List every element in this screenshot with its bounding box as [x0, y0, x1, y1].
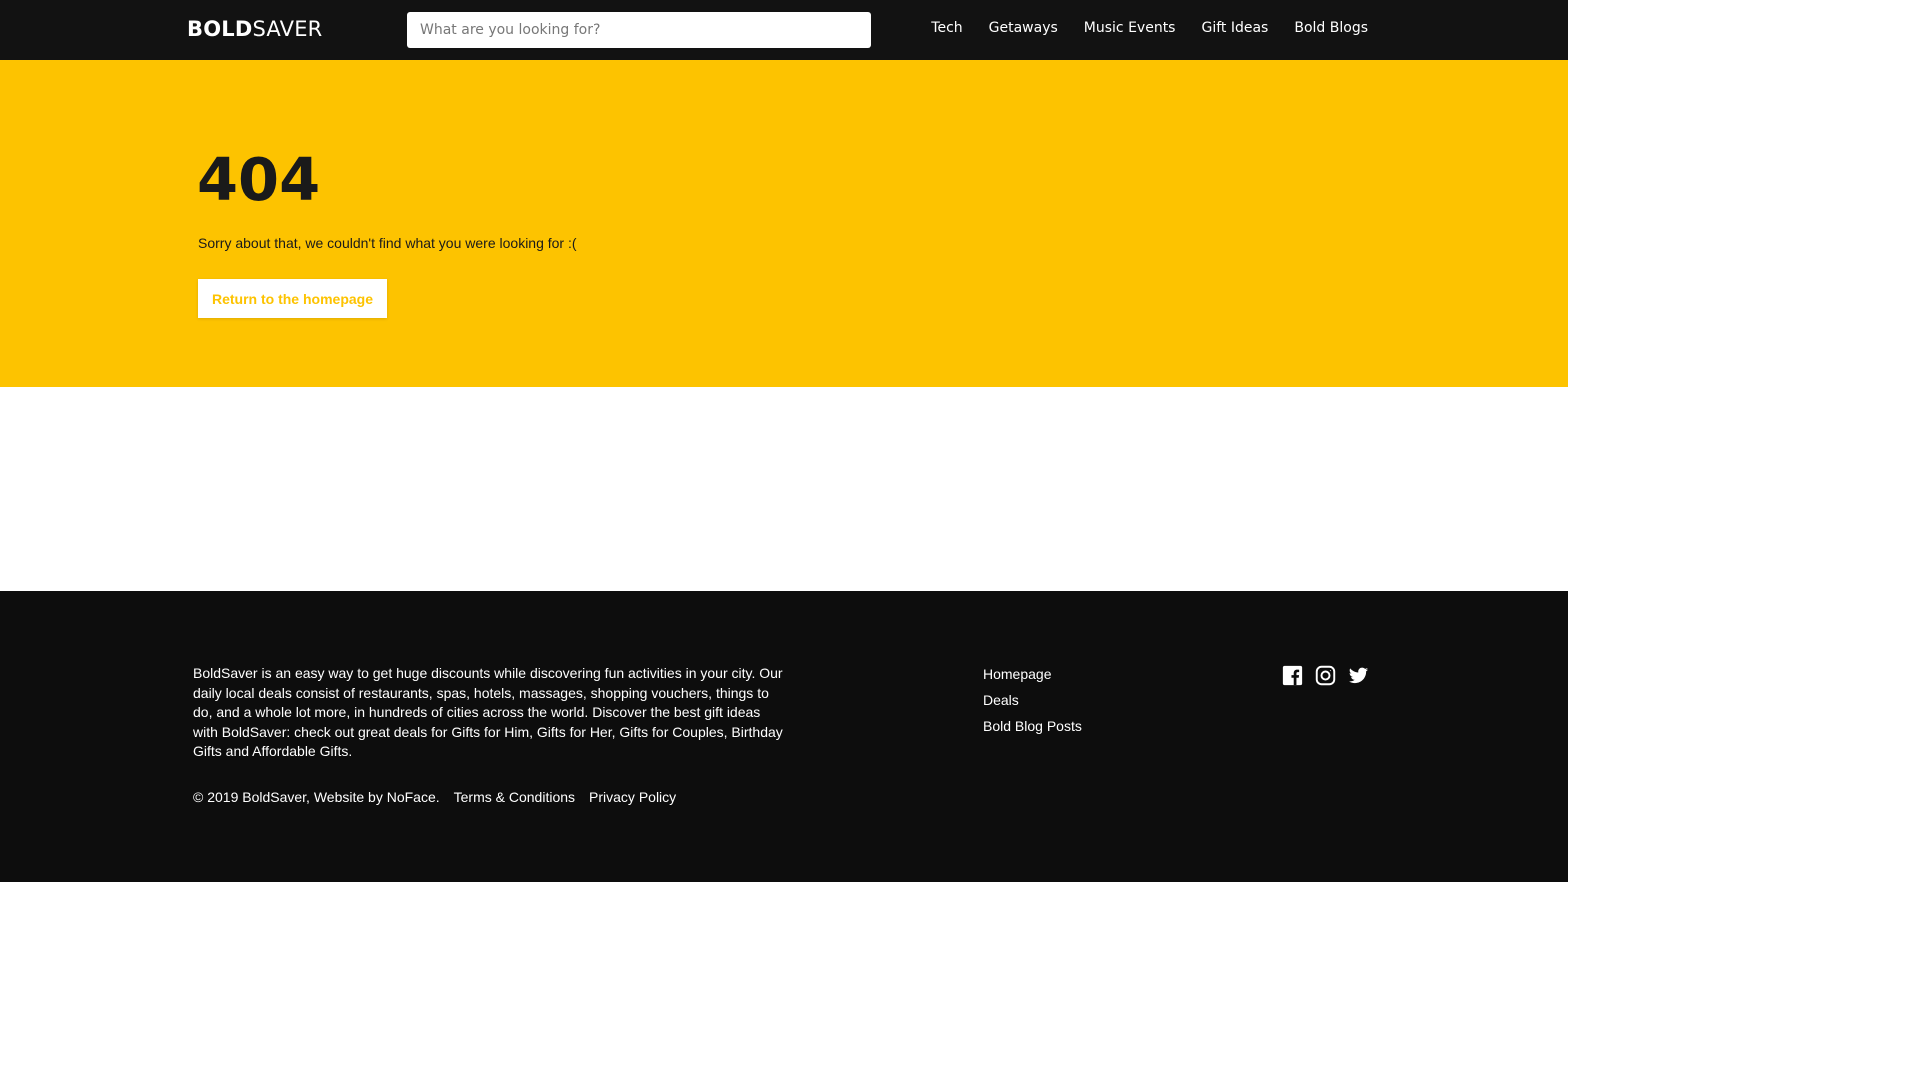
instagram-icon[interactable] — [1315, 665, 1336, 686]
site-footer: BoldSaver is an easy way to get huge dis… — [0, 591, 1568, 882]
nav-bold-blogs[interactable]: Bold Blogs — [1294, 20, 1368, 36]
nav-music-events[interactable]: Music Events — [1084, 20, 1176, 36]
brand-logo[interactable]: BOLDSAVER — [187, 17, 322, 41]
footer-links: Homepage Deals Bold Blog Posts — [983, 665, 1082, 736]
twitter-icon[interactable] — [1348, 665, 1369, 686]
error-code: 404 — [197, 145, 321, 214]
nav-tech[interactable]: Tech — [931, 20, 962, 36]
nav-getaways[interactable]: Getaways — [989, 20, 1058, 36]
nav-gift-ideas[interactable]: Gift Ideas — [1201, 20, 1268, 36]
footer-legal-row: © 2019 BoldSaver, Website by NoFace. Ter… — [193, 789, 676, 805]
privacy-link[interactable]: Privacy Policy — [589, 789, 676, 805]
facebook-icon[interactable] — [1282, 665, 1303, 686]
footer-link-deals[interactable]: Deals — [983, 691, 1082, 710]
copyright-text: © 2019 BoldSaver, Website by NoFace. — [193, 789, 440, 805]
logo-bold-text: BOLD — [187, 17, 253, 41]
footer-link-blog-posts[interactable]: Bold Blog Posts — [983, 717, 1082, 736]
footer-link-homepage[interactable]: Homepage — [983, 665, 1082, 684]
footer-about-text: BoldSaver is an easy way to get huge dis… — [193, 665, 783, 760]
return-home-button[interactable]: Return to the homepage — [198, 279, 387, 318]
logo-light-text: SAVER — [252, 17, 323, 41]
main-nav: Tech Getaways Music Events Gift Ideas Bo… — [931, 20, 1368, 36]
search-input[interactable] — [407, 12, 871, 48]
terms-link[interactable]: Terms & Conditions — [454, 789, 575, 805]
error-hero: 404 Sorry about that, we couldn't find w… — [0, 60, 1568, 387]
social-links — [1282, 665, 1369, 686]
error-message: Sorry about that, we couldn't find what … — [198, 235, 577, 251]
top-navbar: BOLDSAVER Tech Getaways Music Events Gif… — [0, 0, 1568, 60]
